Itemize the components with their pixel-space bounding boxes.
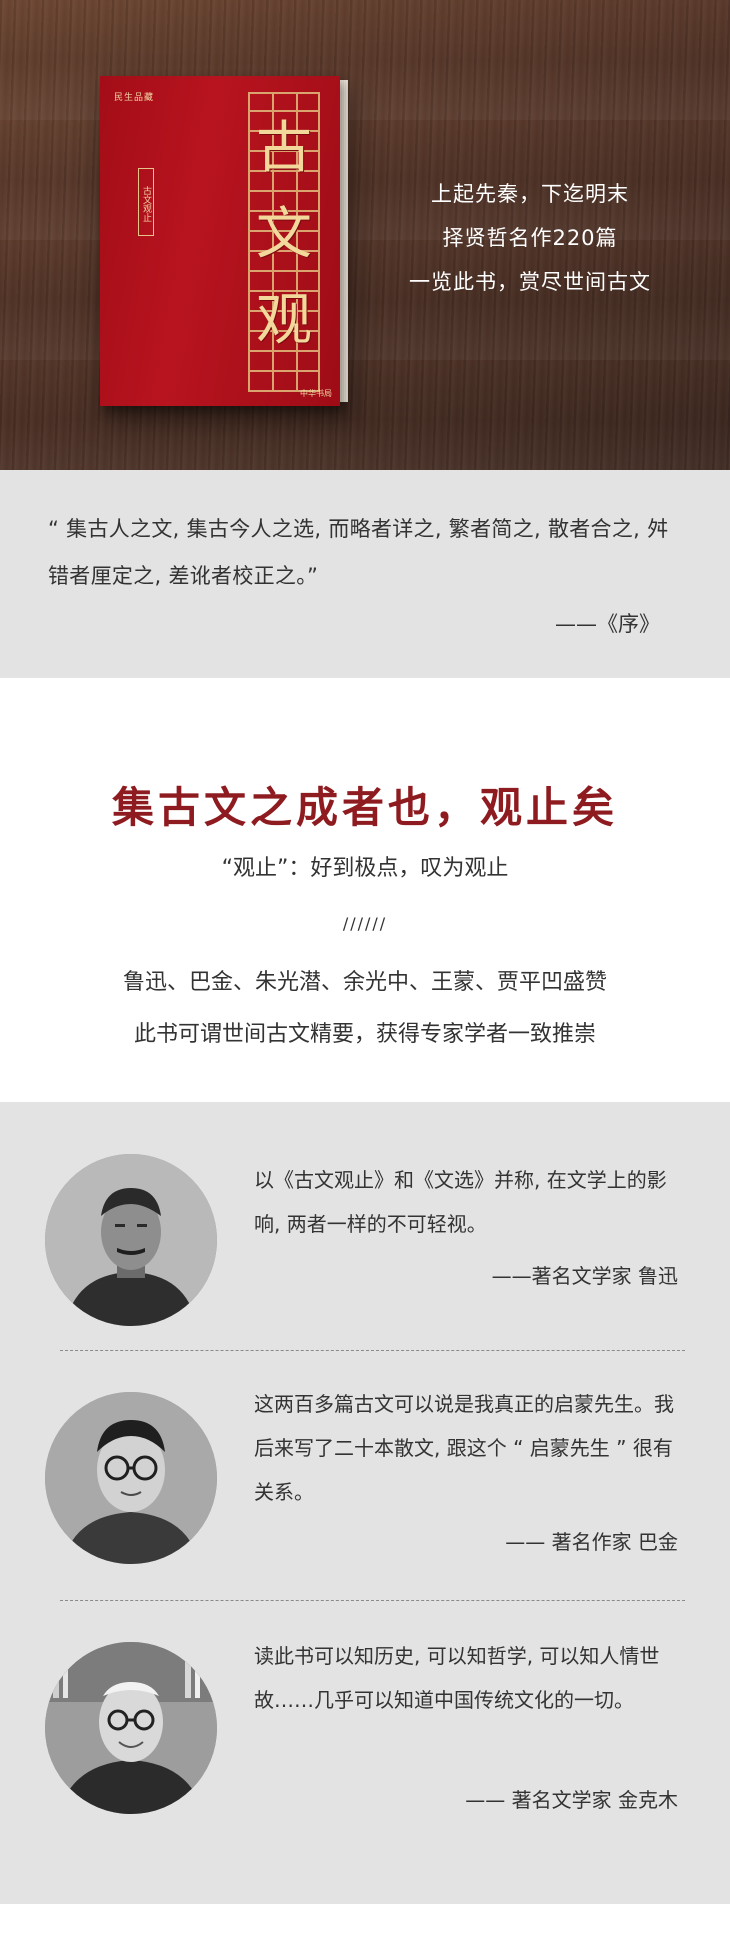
portrait-bajin-icon <box>45 1392 217 1564</box>
testimonial-author: ——著名文学家 鲁迅 <box>491 1264 678 1288</box>
book-cover-image: 民生品藏 古文观止 古 文 观 中华书局 <box>100 76 340 406</box>
testimonial-quote: 这两百多篇古文可以说是我真正的启蒙先生。我后来写了二十本散文, 跟这个 “ 启蒙… <box>254 1392 674 1504</box>
book-publisher-mark: 民生品藏 <box>114 93 155 103</box>
calligraphy-char: 古 <box>256 116 312 181</box>
book-foot-mark: 中华书局 <box>300 389 332 398</box>
hero-tagline: 上起先秦，下迄明末 择贤哲名作220篇 一览此书，赏尽世间古文 <box>380 172 680 304</box>
book-cover-label: 古文观止 <box>138 168 154 236</box>
portrait-jinkemu-icon <box>45 1642 217 1814</box>
hero-line: 择贤哲名作220篇 <box>442 226 618 250</box>
praise-line: 此书可谓世间古文精要，获得专家学者一致推崇 <box>133 1022 596 1047</box>
portrait-luxun-icon <box>45 1154 217 1326</box>
preface-quote-source: ——《序》 <box>555 612 660 636</box>
slash-divider: ////// <box>342 914 388 933</box>
intro-section: 集古文之成者也，观止矣 “观止”：好到极点，叹为观止 ////// 鲁迅、巴金、… <box>0 678 730 1102</box>
hero-line: 一览此书，赏尽世间古文 <box>409 270 651 294</box>
cover-calligraphy: 古 文 观 <box>250 106 318 376</box>
preface-quote-text: “ 集古人之文, 集古今人之选, 而略者详之, 繁者简之, 散者合之, 舛错者厘… <box>48 517 669 588</box>
dashed-divider <box>60 1350 685 1351</box>
preface-quote-section: “ 集古人之文, 集古今人之选, 而略者详之, 繁者简之, 散者合之, 舛错者厘… <box>0 470 730 678</box>
hero-banner: 民生品藏 古文观止 古 文 观 中华书局 上起先秦，下迄明末 择贤哲名作220篇… <box>0 0 730 470</box>
book-pages <box>340 80 348 402</box>
hero-line: 上起先秦，下迄明末 <box>431 182 629 206</box>
testimonials-section: 以《古文观止》和《文选》并称, 在文学上的影响, 两者一样的不可轻视。 ——著名… <box>0 1102 730 1904</box>
dashed-divider <box>60 1600 685 1601</box>
intro-title: 集古文之成者也，观止矣 <box>111 783 618 832</box>
testimonial-author: —— 著名文学家 金克木 <box>465 1788 678 1812</box>
praise-line: 鲁迅、巴金、朱光潜、余光中、王蒙、贾平凹盛赞 <box>122 970 607 995</box>
calligraphy-char: 文 <box>256 202 312 267</box>
testimonial-author: —— 著名作家 巴金 <box>505 1530 678 1554</box>
testimonial-quote: 读此书可以知历史, 可以知哲学, 可以知人情世故……几乎可以知道中国传统文化的一… <box>254 1644 660 1712</box>
calligraphy-char: 观 <box>256 288 312 353</box>
testimonial-quote: 以《古文观止》和《文选》并称, 在文学上的影响, 两者一样的不可轻视。 <box>254 1168 667 1236</box>
intro-subtitle: “观止”：好到极点，叹为观止 <box>221 856 509 881</box>
